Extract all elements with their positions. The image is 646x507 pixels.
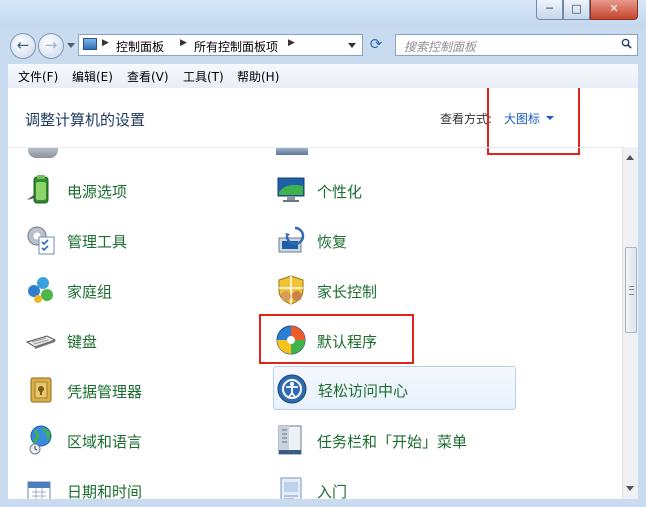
item-recovery[interactable]: 恢复 [275, 218, 515, 262]
search-icon[interactable] [621, 38, 632, 49]
content-pane: 调整计算机的设置 查看方式: 大图标 电源选项 管理工具 家庭组 键盘 凭据管理… [8, 88, 638, 499]
ease-of-access-icon [277, 374, 307, 404]
item-label: 个性化 [317, 183, 363, 201]
item-taskbar-start-menu[interactable]: 任务栏和「开始」菜单 [275, 418, 515, 462]
partial-item-icon [276, 148, 308, 155]
recovery-icon [278, 226, 305, 253]
item-credential-manager[interactable]: 凭据管理器 [25, 368, 265, 412]
view-by-label: 查看方式: [440, 112, 493, 126]
close-button[interactable]: ✕ [590, 0, 638, 20]
chevron-right-icon[interactable]: ▶ [102, 38, 109, 48]
item-label: 凭据管理器 [67, 383, 143, 401]
power-options-icon [27, 175, 49, 204]
control-panel-icon [83, 38, 97, 50]
item-label: 轻松访问中心 [318, 382, 409, 400]
personalization-icon [277, 177, 305, 202]
scrollbar-thumb[interactable] [625, 247, 637, 333]
scroll-up-icon[interactable] [626, 155, 634, 160]
maximize-button[interactable]: □ [563, 0, 590, 20]
scroll-down-icon[interactable] [626, 486, 634, 491]
search-placeholder: 搜索控制面板 [404, 40, 477, 54]
header-divider [8, 147, 622, 148]
menu-bar: 文件(F) 编辑(E) 查看(V) 工具(T) 帮助(H) [8, 64, 638, 89]
breadcrumb-all-items[interactable]: 所有控制面板项 [194, 38, 278, 55]
breadcrumb-control-panel[interactable]: 控制面板 [116, 38, 164, 55]
vertical-scrollbar[interactable] [622, 147, 638, 499]
keyboard-icon [25, 335, 57, 349]
navigation-bar: ← → ▶ 控制面板 ▶ 所有控制面板项 ▶ ⟳ 搜索控制面板 [0, 28, 646, 64]
recent-pages-chevron-down-icon[interactable] [67, 43, 75, 48]
page-title: 调整计算机的设置 [25, 111, 146, 129]
menu-edit[interactable]: 编辑(E) [72, 68, 113, 85]
item-personalization[interactable]: 个性化 [275, 168, 515, 212]
chevron-right-icon[interactable]: ▶ [180, 38, 187, 48]
forward-button[interactable]: → [38, 33, 64, 59]
item-label: 键盘 [67, 333, 98, 351]
item-ease-of-access[interactable]: 轻松访问中心 [273, 366, 516, 410]
item-label: 电源选项 [67, 183, 128, 201]
back-button[interactable]: ← [10, 33, 36, 59]
default-programs-highlight-box [259, 314, 414, 364]
menu-help[interactable]: 帮助(H) [237, 68, 279, 85]
item-label: 家长控制 [317, 283, 378, 301]
admin-tools-icon [27, 226, 55, 255]
menu-tools[interactable]: 工具(T) [183, 68, 224, 85]
partial-item-icon [28, 148, 58, 158]
item-power-options[interactable]: 电源选项 [25, 168, 265, 212]
taskbar-start-menu-icon [278, 425, 302, 455]
item-admin-tools[interactable]: 管理工具 [25, 218, 265, 262]
menu-file[interactable]: 文件(F) [18, 68, 58, 85]
credential-manager-icon [30, 377, 52, 403]
item-label: 日期和时间 [67, 483, 143, 499]
grip-icon [629, 286, 634, 295]
search-input[interactable]: 搜索控制面板 [395, 34, 638, 56]
region-language-icon [29, 425, 52, 455]
view-by-highlight-box [487, 88, 580, 155]
getting-started-icon [280, 477, 302, 499]
minimize-button[interactable]: ─ [536, 0, 563, 20]
date-time-icon [27, 481, 51, 499]
chevron-right-icon[interactable]: ▶ [288, 38, 295, 48]
address-bar[interactable]: ▶ 控制面板 ▶ 所有控制面板项 ▶ [78, 34, 363, 56]
item-label: 区域和语言 [67, 433, 143, 451]
item-keyboard[interactable]: 键盘 [25, 318, 265, 362]
item-label: 入门 [317, 483, 348, 499]
refresh-button[interactable]: ⟳ [364, 34, 388, 56]
item-label: 恢复 [317, 233, 348, 251]
homegroup-icon [28, 277, 53, 303]
item-getting-started[interactable]: 入门 [275, 468, 515, 499]
title-bar[interactable]: ─ □ ✕ [0, 0, 646, 28]
parental-controls-icon [278, 275, 304, 305]
item-date-time[interactable]: 日期和时间 [25, 468, 265, 499]
address-dropdown-chevron-down-icon[interactable] [348, 43, 356, 48]
item-homegroup[interactable]: 家庭组 [25, 268, 265, 312]
menu-view[interactable]: 查看(V) [127, 68, 169, 85]
item-region-language[interactable]: 区域和语言 [25, 418, 265, 462]
item-parental-controls[interactable]: 家长控制 [275, 268, 515, 312]
item-label: 家庭组 [67, 283, 113, 301]
window-frame: ─ □ ✕ ← → ▶ 控制面板 ▶ 所有控制面板项 ▶ ⟳ 搜索控制面板 文件… [0, 0, 646, 507]
item-label: 管理工具 [67, 233, 128, 251]
item-label: 任务栏和「开始」菜单 [317, 433, 468, 451]
